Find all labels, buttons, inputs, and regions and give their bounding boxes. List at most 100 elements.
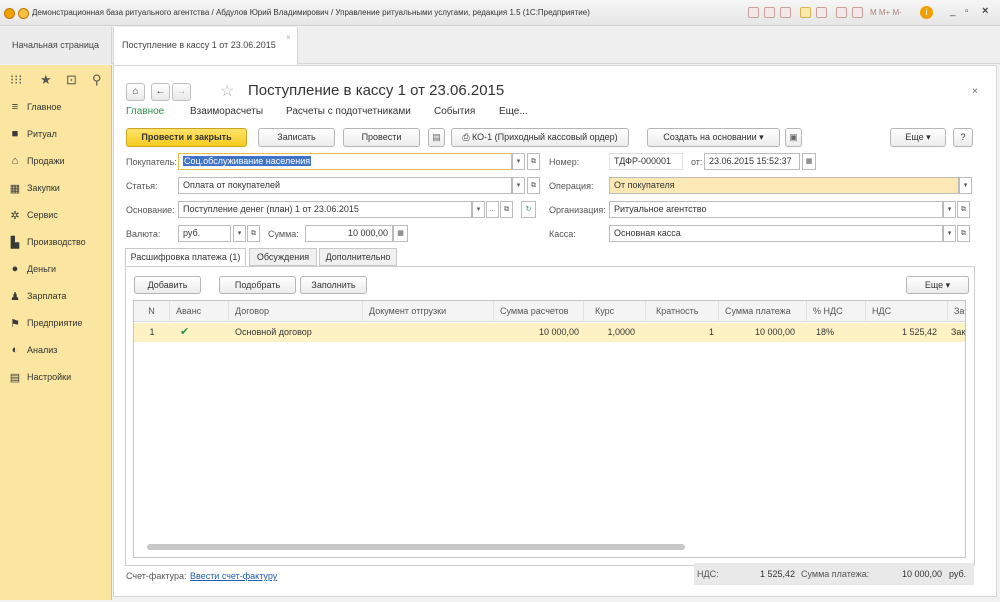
- section-more[interactable]: Еще...: [499, 106, 528, 117]
- cell-settlement-sum[interactable]: 10 000,00: [495, 323, 584, 342]
- close-form-icon[interactable]: ×: [972, 86, 978, 97]
- cell-shipment[interactable]: [364, 323, 494, 342]
- calculator-icon[interactable]: [852, 7, 863, 18]
- advance-checkbox[interactable]: ✔: [175, 323, 215, 342]
- section-accountable[interactable]: Расчеты с подотчетниками: [286, 106, 411, 117]
- organization-field[interactable]: Ритуальное агентство: [609, 201, 943, 218]
- fill-button[interactable]: Заполнить: [300, 276, 367, 294]
- col-header[interactable]: Заказ: [949, 301, 965, 322]
- col-header[interactable]: Аванс: [171, 301, 229, 322]
- sidebar-item-money[interactable]: ● Деньги: [8, 259, 56, 279]
- maximize-button[interactable]: ▫: [965, 6, 969, 17]
- tab-payment-details[interactable]: Расшифровка платежа (1): [125, 248, 246, 266]
- basis-field[interactable]: Поступление денег (план) 1 от 23.06.2015: [178, 201, 472, 218]
- app-menu-icon[interactable]: [18, 8, 29, 19]
- col-header[interactable]: НДС: [867, 301, 948, 322]
- dropdown-arrow-icon[interactable]: ▾: [943, 225, 956, 242]
- col-header[interactable]: Сумма расчетов: [495, 301, 584, 322]
- help-button[interactable]: ?: [953, 128, 973, 147]
- dropdown-arrow-icon[interactable]: ▾: [233, 225, 246, 242]
- add-row-button[interactable]: Добавить: [134, 276, 201, 294]
- cell-order[interactable]: Заказ: [949, 323, 965, 342]
- back-button[interactable]: ←: [151, 83, 170, 101]
- search-icon[interactable]: ⚲: [92, 72, 102, 88]
- date-field[interactable]: 23.06.2015 15:52:37: [704, 153, 800, 170]
- favorite-icon[interactable]: [800, 7, 811, 18]
- dropdown-arrow-icon[interactable]: ▾: [472, 201, 485, 218]
- sidebar-item-ritual[interactable]: ■ Ритуал: [8, 124, 57, 144]
- sidebar-item-analysis[interactable]: ◐ Анализ: [8, 340, 58, 360]
- enter-invoice-link[interactable]: Ввести счет-фактуру: [190, 571, 277, 581]
- sidebar-item-purchases[interactable]: ▦ Закупки: [8, 178, 60, 198]
- section-events[interactable]: События: [434, 106, 475, 117]
- number-field[interactable]: ТДФР-000001: [609, 153, 683, 170]
- col-header[interactable]: N: [134, 301, 170, 322]
- report-icon[interactable]: ▣: [785, 128, 802, 147]
- structure-icon[interactable]: ▤: [428, 128, 445, 147]
- print-ko1-button[interactable]: ⎙ КО-1 (Приходный кассовый ордер): [451, 128, 629, 147]
- cash-field[interactable]: Основная касса: [609, 225, 943, 242]
- select-icon[interactable]: …: [486, 201, 499, 218]
- post-and-close-button[interactable]: Провести и закрыть: [126, 128, 247, 147]
- sidebar-item-main[interactable]: ≡ Главное: [8, 97, 62, 117]
- sidebar-item-salary[interactable]: ♟ Зарплата: [8, 286, 66, 306]
- col-header[interactable]: Договор: [230, 301, 363, 322]
- cell-payment-sum[interactable]: 10 000,00: [713, 323, 800, 342]
- favorite-star-icon[interactable]: ☆: [220, 81, 234, 101]
- sidebar-item-sales[interactable]: ⌂ Продажи: [8, 151, 65, 171]
- cell-contract[interactable]: Основной договор: [230, 323, 363, 342]
- open-link-icon[interactable]: ⧉: [527, 153, 540, 170]
- open-link-icon[interactable]: ⧉: [957, 225, 970, 242]
- dropdown-arrow-icon[interactable]: ▾: [512, 177, 525, 194]
- sidebar-item-enterprise[interactable]: ⚑ Предприятие: [8, 313, 82, 333]
- memory-buttons[interactable]: M M+ M-: [870, 8, 902, 17]
- close-window-button[interactable]: ×: [982, 5, 988, 17]
- dropdown-arrow-icon[interactable]: ▾: [943, 201, 956, 218]
- sidebar-item-service[interactable]: ✲ Сервис: [8, 205, 57, 225]
- print-icon[interactable]: [764, 7, 775, 18]
- link-icon[interactable]: [816, 7, 827, 18]
- tab-home-page[interactable]: Начальная страница: [0, 27, 112, 64]
- history-icon[interactable]: [748, 7, 759, 18]
- calendar-icon[interactable]: ▦: [802, 153, 816, 170]
- favorites-star-icon[interactable]: ★: [40, 72, 52, 88]
- all-functions-icon[interactable]: ⁝⁝⁝: [10, 72, 22, 88]
- post-button[interactable]: Провести: [343, 128, 420, 147]
- tab-cash-receipt[interactable]: Поступление в кассу 1 от 23.06.2015: [113, 27, 298, 65]
- tab-discussions[interactable]: Обсуждения: [249, 248, 317, 266]
- operation-field[interactable]: От покупателя: [609, 177, 959, 194]
- article-field[interactable]: Оплата от покупателей: [178, 177, 512, 194]
- col-header[interactable]: % НДС: [808, 301, 866, 322]
- col-header[interactable]: Сумма платежа: [720, 301, 807, 322]
- col-header[interactable]: Документ отгрузки: [364, 301, 494, 322]
- sum-field[interactable]: 10 000,00: [305, 225, 393, 242]
- save-button[interactable]: Записать: [258, 128, 335, 147]
- pick-button[interactable]: Подобрать: [219, 276, 296, 294]
- open-link-icon[interactable]: ⧉: [247, 225, 260, 242]
- open-link-icon[interactable]: ⧉: [527, 177, 540, 194]
- scroll-thumb[interactable]: [147, 544, 685, 550]
- section-main[interactable]: Главное: [126, 106, 164, 117]
- app-logo-icon[interactable]: [4, 8, 15, 19]
- tab-close-icon[interactable]: ×: [286, 33, 291, 42]
- cell-vat[interactable]: 1 525,42: [864, 323, 942, 342]
- sidebar-item-production[interactable]: ▙ Производство: [8, 232, 86, 252]
- minimize-button[interactable]: _: [950, 6, 956, 17]
- dropdown-arrow-icon[interactable]: ▾: [959, 177, 972, 194]
- currency-field[interactable]: руб.: [178, 225, 231, 242]
- fill-basis-icon[interactable]: ↻: [521, 201, 536, 218]
- history-icon[interactable]: ⊡: [66, 72, 77, 88]
- table-more-button[interactable]: Еще ▾: [906, 276, 969, 294]
- forward-button[interactable]: →: [172, 83, 191, 101]
- section-settlements[interactable]: Взаиморасчеты: [190, 106, 263, 117]
- copy-icon[interactable]: [780, 7, 791, 18]
- cell-vat-pct[interactable]: 18%: [811, 323, 861, 342]
- calculator-icon[interactable]: ▦: [393, 225, 408, 242]
- sidebar-item-settings[interactable]: ▤ Настройки: [8, 367, 71, 387]
- info-icon[interactable]: i: [920, 6, 933, 19]
- col-header[interactable]: Курс: [590, 301, 646, 322]
- col-header[interactable]: Кратность: [651, 301, 719, 322]
- open-link-icon[interactable]: ⧉: [500, 201, 513, 218]
- calendar-icon[interactable]: [836, 7, 847, 18]
- more-actions-button[interactable]: Еще ▾: [890, 128, 946, 147]
